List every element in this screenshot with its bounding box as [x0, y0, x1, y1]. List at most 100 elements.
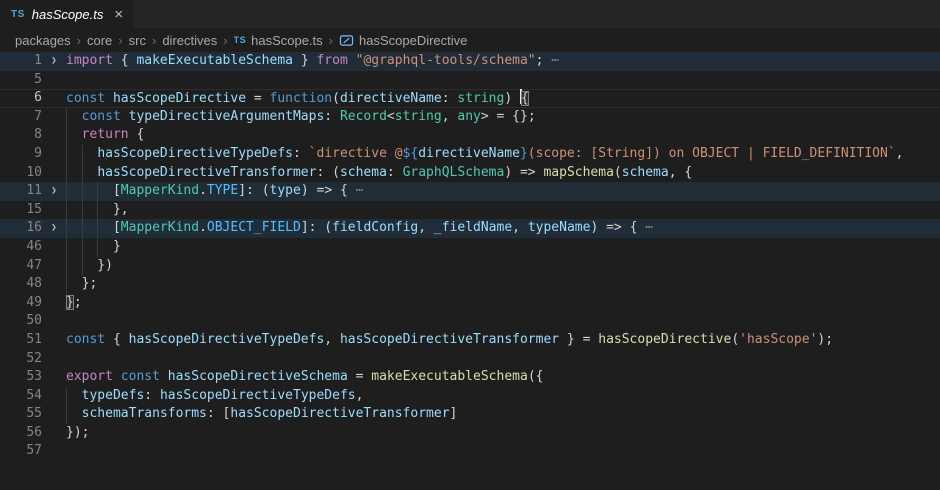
fold-collapsed-icon[interactable]: ❯ [42, 52, 66, 71]
breadcrumb-item-directives[interactable]: directives [162, 33, 217, 48]
code-text [66, 350, 940, 369]
code-token: }); [66, 425, 89, 440]
code-token [66, 165, 97, 180]
code-token: import [66, 53, 113, 68]
code-token: : [442, 91, 458, 106]
line-number: 1 [0, 52, 42, 71]
code-token: directiveName [340, 91, 442, 106]
code-token: hasScopeDirectiveTypeDefs [97, 146, 293, 161]
code-line[interactable]: 7 const typeDirectiveArgumentMaps: Recor… [0, 108, 940, 127]
code-token: ( [332, 91, 340, 106]
code-line[interactable]: 51const { hasScopeDirectiveTypeDefs, has… [0, 331, 940, 350]
line-number: 57 [0, 442, 42, 461]
code-token: "@graphql-tools/schema" [356, 53, 536, 68]
code-token: typeDefs [82, 388, 145, 403]
code-token: : ( [316, 165, 339, 180]
fold-spacer [42, 89, 66, 108]
breadcrumb: packages›core›src›directives›TShasScope.… [0, 28, 940, 52]
close-icon[interactable]: × [114, 7, 123, 22]
code-token: schema [340, 165, 387, 180]
code-line[interactable]: 10 hasScopeDirectiveTransformer: (schema… [0, 164, 940, 183]
code-line[interactable]: 15 }, [0, 201, 940, 220]
line-number: 52 [0, 350, 42, 369]
fold-collapsed-icon[interactable]: ❯ [42, 182, 66, 201]
code-line[interactable]: 5 [0, 71, 940, 90]
gutter: 54 [0, 387, 66, 406]
code-line[interactable]: 8 return { [0, 126, 940, 145]
code-line[interactable]: 55 schemaTransforms: [hasScopeDirectiveT… [0, 405, 940, 424]
code-token: ) => { [301, 183, 348, 198]
code-editor[interactable]: 1❯import { makeExecutableSchema } from "… [0, 52, 940, 461]
code-line[interactable]: 16❯ [MapperKind.OBJECT_FIELD]: (fieldCon… [0, 219, 940, 238]
code-line[interactable]: 49}; [0, 294, 940, 313]
code-token [66, 146, 97, 161]
code-line[interactable]: 9 hasScopeDirectiveTypeDefs: `directive … [0, 145, 940, 164]
code-token: ; [74, 295, 82, 310]
breadcrumb-item-symbol[interactable]: hasScopeDirective [339, 33, 467, 48]
code-token: OBJECT_FIELD [207, 220, 301, 235]
breadcrumb-item-file[interactable]: TShasScope.ts [234, 33, 323, 48]
breadcrumb-item-core[interactable]: core [87, 33, 112, 48]
code-token: ( [614, 165, 622, 180]
fold-spacer [42, 442, 66, 461]
code-token: ${ [403, 146, 419, 161]
gutter: 10 [0, 164, 66, 183]
line-number: 54 [0, 387, 42, 406]
code-token: , [512, 220, 528, 235]
breadcrumb-symbol-label: hasScopeDirective [359, 33, 467, 48]
gutter: 11❯ [0, 182, 66, 201]
fold-spacer [42, 257, 66, 276]
code-line[interactable]: 54 typeDefs: hasScopeDirectiveTypeDefs, [0, 387, 940, 406]
code-line[interactable]: 6const hasScopeDirective = function(dire… [0, 89, 940, 108]
typescript-file-icon: TS [11, 9, 25, 20]
code-token: makeExecutableSchema [371, 369, 528, 384]
code-line[interactable]: 1❯import { makeExecutableSchema } from "… [0, 52, 940, 71]
gutter: 9 [0, 145, 66, 164]
gutter: 55 [0, 405, 66, 424]
code-line[interactable]: 46 } [0, 238, 940, 257]
gutter: 16❯ [0, 219, 66, 238]
code-line[interactable]: 53export const hasScopeDirectiveSchema =… [0, 368, 940, 387]
code-token: , [324, 332, 340, 347]
fold-collapsed-icon[interactable]: ❯ [42, 219, 66, 238]
code-text: hasScopeDirectiveTransformer: (schema: G… [66, 164, 940, 183]
tab-hasScope[interactable]: TS hasScope.ts × [0, 0, 134, 28]
line-number: 50 [0, 312, 42, 331]
code-text: }, [66, 201, 940, 220]
gutter: 8 [0, 126, 66, 145]
code-token: hasScopeDirectiveTransformer [97, 165, 316, 180]
code-line[interactable]: 52 [0, 350, 940, 369]
code-line[interactable]: 11❯ [MapperKind.TYPE]: (type) => { ⋯ [0, 182, 940, 201]
code-text [66, 71, 940, 90]
code-token: }; [66, 276, 97, 291]
code-line[interactable]: 50 [0, 312, 940, 331]
breadcrumb-separator-icon: › [118, 33, 122, 48]
code-token: = [246, 91, 269, 106]
code-token: typeDirectiveArgumentMaps [129, 109, 325, 124]
code-token: { [105, 332, 128, 347]
code-text: import { makeExecutableSchema } from "@g… [66, 52, 940, 71]
code-token: ) [504, 91, 520, 106]
fold-spacer [42, 108, 66, 127]
code-token [113, 369, 121, 384]
line-number: 9 [0, 145, 42, 164]
code-token [348, 53, 356, 68]
code-line[interactable]: 47 }) [0, 257, 940, 276]
code-line[interactable]: 57 [0, 442, 940, 461]
code-token: , [356, 388, 364, 403]
code-token: }) [66, 258, 113, 273]
code-token: , [418, 220, 434, 235]
code-token: } [66, 239, 121, 254]
code-token: any [457, 109, 480, 124]
code-line[interactable]: 48 }; [0, 275, 940, 294]
code-token: ) => { [590, 220, 637, 235]
code-token: < [387, 109, 395, 124]
breadcrumb-item-packages[interactable]: packages [15, 33, 71, 48]
code-token [121, 109, 129, 124]
code-token: > = {}; [481, 109, 536, 124]
code-line[interactable]: 56}); [0, 424, 940, 443]
breadcrumb-item-src[interactable]: src [129, 33, 146, 48]
code-token: ]: ( [301, 220, 332, 235]
gutter: 52 [0, 350, 66, 369]
code-token: hasScopeDirectiveTypeDefs [160, 388, 356, 403]
